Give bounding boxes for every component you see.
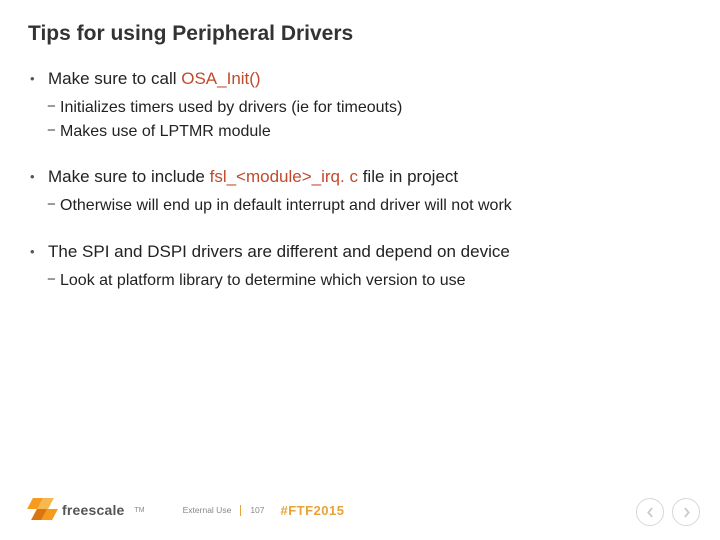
page-title: Tips for using Peripheral Drivers: [28, 22, 692, 46]
bullet-2: Make sure to include fsl_<module>_irq. c…: [30, 166, 692, 189]
prev-button[interactable]: [636, 498, 664, 526]
nav-controls: [636, 498, 700, 526]
slide: Tips for using Peripheral Drivers Make s…: [0, 0, 720, 540]
footer: freescale TM External Use 107 #FTF2015: [28, 498, 692, 522]
external-use-label: External Use: [183, 505, 232, 515]
brand-name: freescale: [62, 502, 125, 518]
hashtag: #FTF2015: [281, 503, 345, 518]
brand-logo: freescale: [28, 498, 125, 522]
logo-mark-icon: [28, 498, 56, 522]
next-button[interactable]: [672, 498, 700, 526]
trademark: TM: [135, 507, 145, 514]
bullet-group-3: The SPI and DSPI drivers are different a…: [30, 241, 692, 292]
subbullet-1-2: Makes use of LPTMR module: [30, 121, 692, 143]
bullet-1: Make sure to call OSA_Init(): [30, 68, 692, 91]
bullet-1-code: OSA_Init(): [181, 69, 260, 88]
page-number: 107: [250, 505, 264, 515]
bullet-2-text-pre: Make sure to include: [48, 167, 210, 186]
chevron-left-icon: [645, 507, 656, 518]
footer-divider: [240, 505, 241, 516]
bullet-group-2: Make sure to include fsl_<module>_irq. c…: [30, 166, 692, 217]
bullet-2-text-post: file in project: [363, 167, 458, 186]
bullet-group-1: Make sure to call OSA_Init() Initializes…: [30, 68, 692, 142]
bullet-2-code: fsl_<module>_irq. c: [210, 167, 363, 186]
chevron-right-icon: [681, 507, 692, 518]
subbullet-1-1: Initializes timers used by drivers (ie f…: [30, 97, 692, 119]
bullet-3: The SPI and DSPI drivers are different a…: [30, 241, 692, 264]
subbullet-2-1: Otherwise will end up in default interru…: [30, 195, 692, 217]
subbullet-3-1: Look at platform library to determine wh…: [30, 270, 692, 292]
slide-body: Make sure to call OSA_Init() Initializes…: [28, 68, 692, 291]
bullet-1-text: Make sure to call: [48, 69, 181, 88]
